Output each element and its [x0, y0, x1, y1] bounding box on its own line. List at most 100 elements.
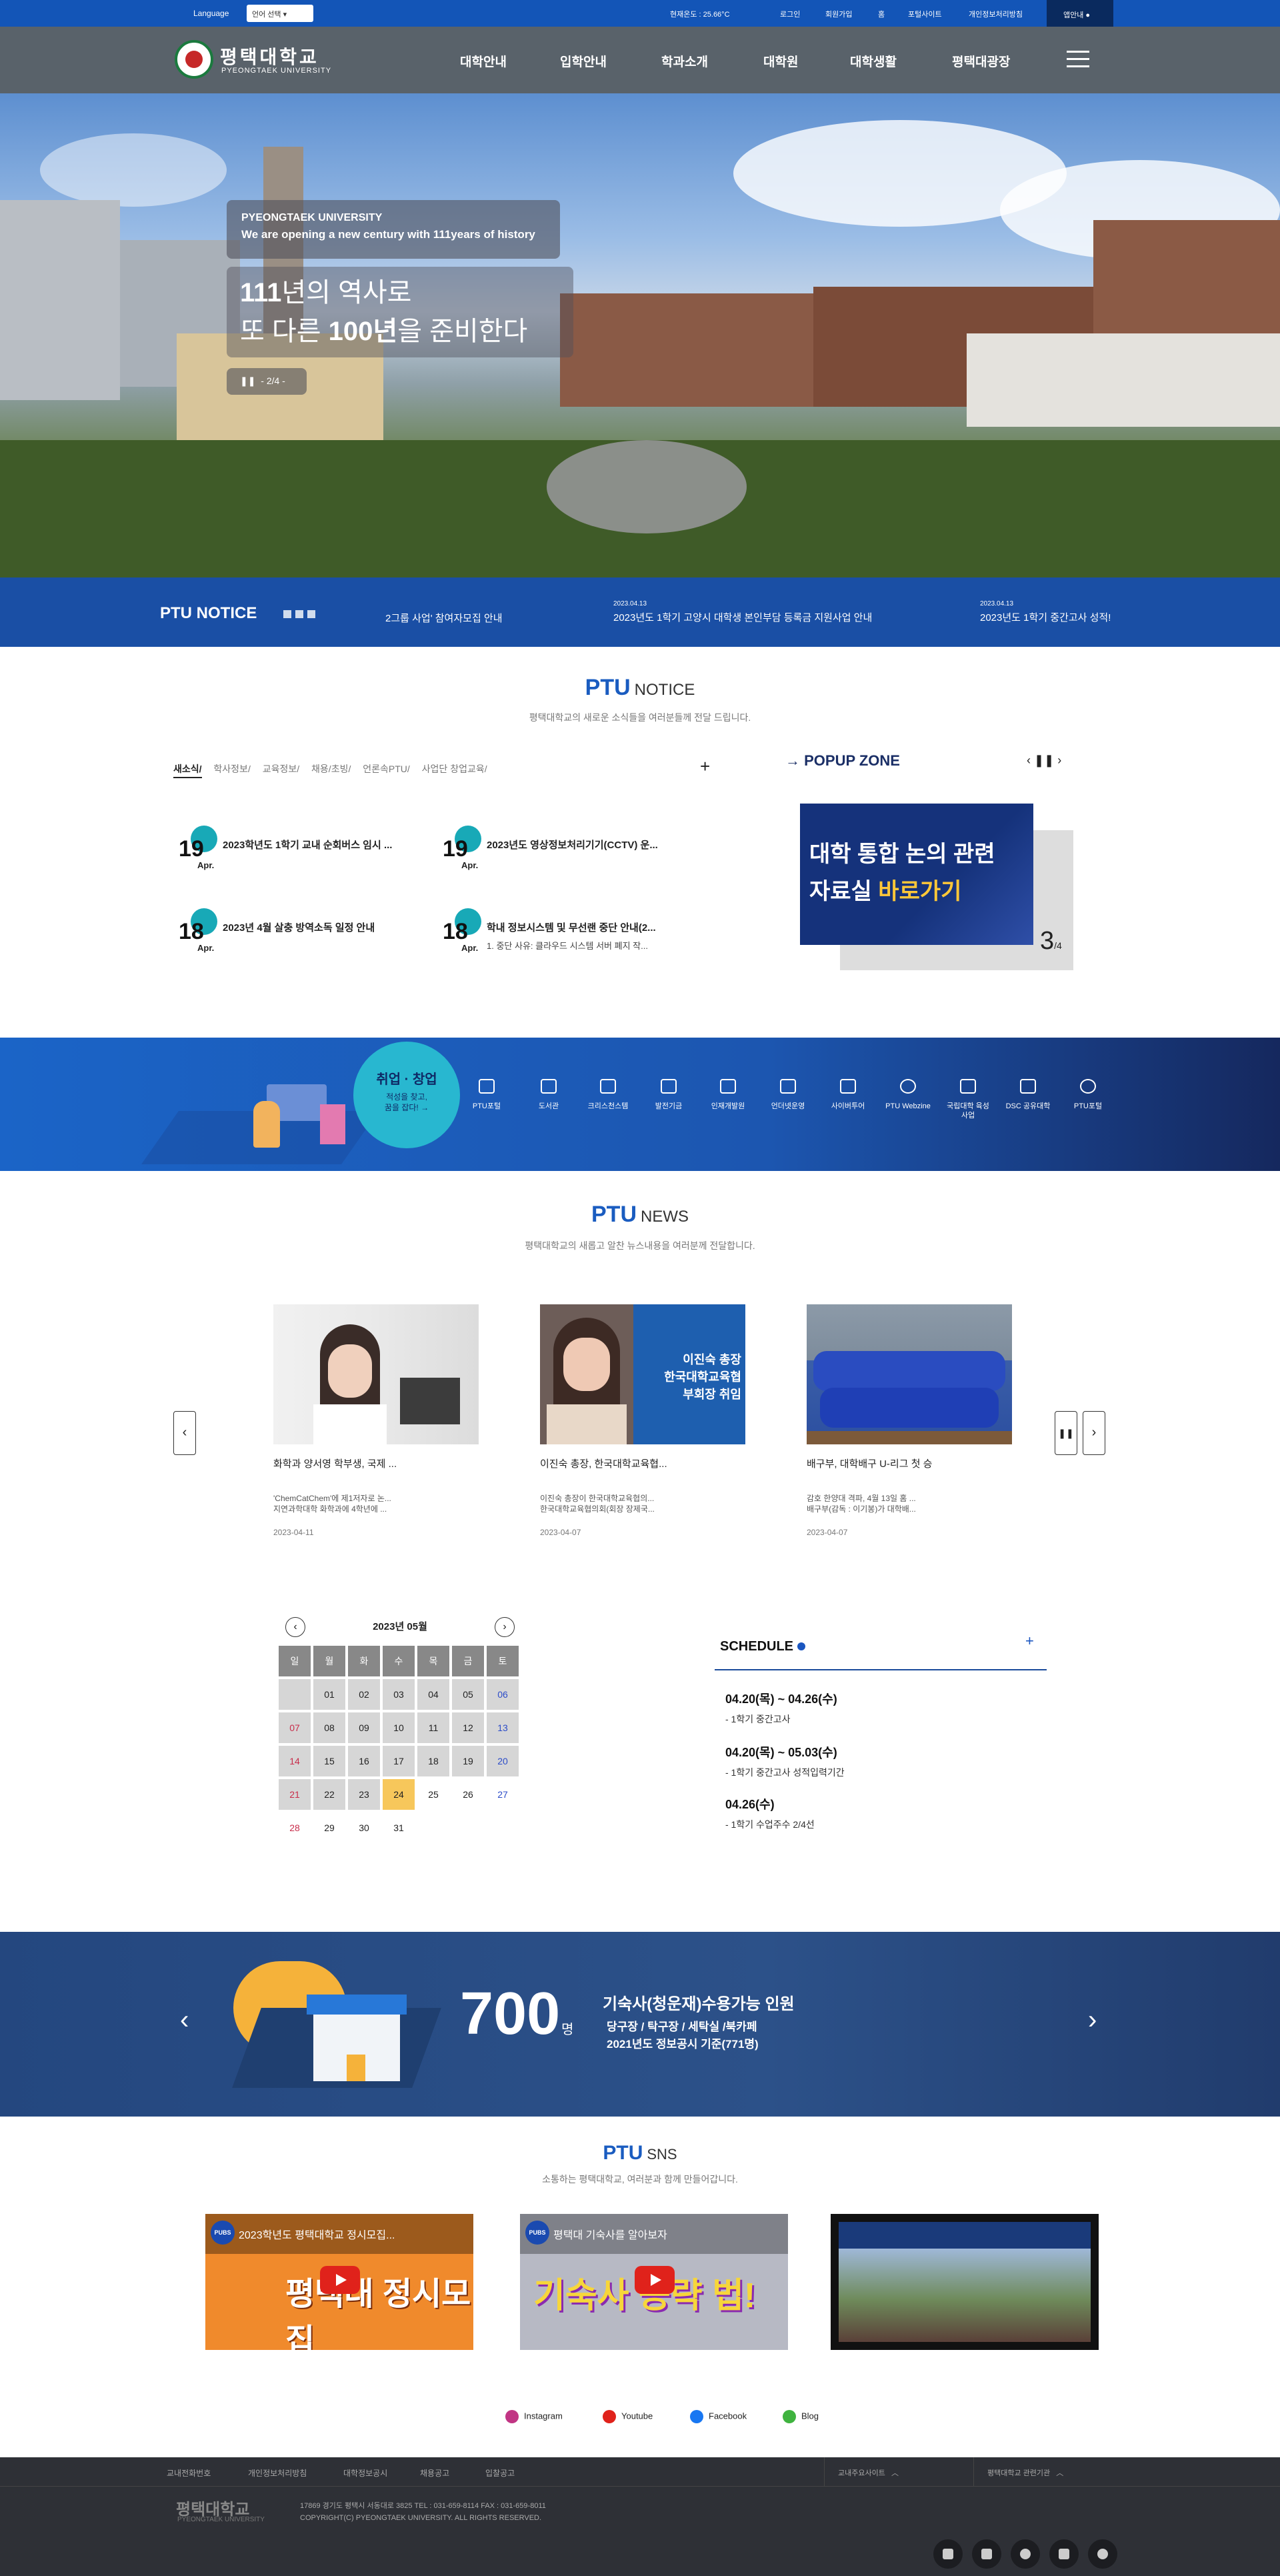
nav-item-about[interactable]: 대학안내 [460, 52, 507, 70]
calendar-day[interactable]: 11 [417, 1712, 449, 1743]
calendar-day[interactable]: 16 [348, 1746, 380, 1776]
calendar-day[interactable]: 09 [348, 1712, 380, 1743]
prev-icon[interactable]: ‹ [1027, 754, 1031, 767]
map-pin-icon[interactable] [1011, 2539, 1040, 2569]
phone-icon[interactable] [933, 2539, 963, 2569]
tab-education[interactable]: 교육정보/ [263, 764, 299, 774]
blog-link[interactable]: Blog [783, 2410, 819, 2423]
calendar-day[interactable]: 22 [313, 1779, 345, 1810]
calendar-day[interactable]: 13 [487, 1712, 519, 1743]
tab-recruit[interactable]: 채용/초빙/ [311, 764, 351, 774]
ticker-dots[interactable] [283, 609, 319, 621]
job-startup-bubble[interactable]: 취업 · 창업 적성을 찾고, 꿈을 잡다! → [353, 1042, 460, 1148]
language-select[interactable]: 언어 선택 ▾ [247, 5, 313, 22]
calendar-day[interactable]: 08 [313, 1712, 345, 1743]
quick-link-portal[interactable]: PTU포털 [463, 1079, 510, 1111]
logo-korean[interactable]: 평택대학교 [220, 43, 319, 69]
footer-link-phone[interactable]: 교내전화번호 [167, 2467, 211, 2479]
notice-item[interactable]: 18 Apr. 2023년 4월 살충 방역소독 일정 안내 [177, 908, 417, 955]
next-icon[interactable]: › [1057, 754, 1061, 767]
calendar-day[interactable]: 14 [279, 1746, 311, 1776]
calendar-next-button[interactable]: › [495, 1617, 515, 1637]
calendar-day[interactable]: 30 [348, 1812, 380, 1843]
calendar-day[interactable]: 19 [452, 1746, 484, 1776]
footer-link-disclosure[interactable]: 대학정보공시 [343, 2467, 387, 2479]
ticker-item[interactable]: 2023.04.13 2023년도 1학기 고양시 대학생 본인부담 등록금 지원… [613, 600, 872, 624]
image-icon[interactable] [1049, 2539, 1079, 2569]
calendar-day[interactable]: 26 [452, 1779, 484, 1810]
quick-link-christian[interactable]: 크리스천스템 [585, 1079, 631, 1111]
nav-item-admission[interactable]: 입학안내 [560, 52, 607, 70]
calendar-day[interactable]: 07 [279, 1712, 311, 1743]
hero-slide-control[interactable]: ❚❚ - 2/4 - [227, 368, 307, 395]
nav-item-departments[interactable]: 학과소개 [661, 52, 708, 70]
calendar-day[interactable]: 05 [452, 1679, 484, 1710]
calendar-day[interactable]: 31 [383, 1812, 415, 1843]
calendar-day[interactable]: 01 [313, 1679, 345, 1710]
portal-link[interactable]: 포털사이트 [908, 9, 942, 19]
pause-icon[interactable]: ❚❚ [1034, 754, 1054, 767]
news-card[interactable]: 이진숙 총장 한국대학교육협 부회장 취임 이진숙 총장, 한국대학교육협... 이… [540, 1304, 745, 1537]
instagram-link[interactable]: Instagram [505, 2410, 563, 2423]
calendar-day[interactable]: 23 [348, 1779, 380, 1810]
news-card[interactable]: 배구부, 대학배구 U-리그 첫 승 감호 한양대 격파, 4월 13일 홈 .… [807, 1304, 1012, 1537]
footer-link-privacy[interactable]: 개인정보처리방침 [248, 2467, 307, 2479]
calendar-day[interactable]: 02 [348, 1679, 380, 1710]
quick-link-hr[interactable]: 인재개발원 [705, 1079, 751, 1111]
calendar-day[interactable]: 15 [313, 1746, 345, 1776]
tab-academic[interactable]: 학사정보/ [213, 764, 250, 774]
video-player[interactable] [831, 2214, 1099, 2350]
popup-nav[interactable]: ‹ ❚❚ › [1027, 754, 1061, 768]
chevron-left-icon[interactable]: ‹ [180, 2005, 189, 2035]
youtube-link[interactable]: Youtube [603, 2410, 653, 2423]
news-prev-button[interactable]: ‹ [173, 1411, 196, 1455]
schedule-more-icon[interactable]: + [1025, 1632, 1034, 1650]
schedule-item[interactable]: 04.20(목) ~ 05.03(수) - 1학기 중간고사 성적입력기간 [725, 1743, 845, 1779]
calendar-day[interactable]: 25 [417, 1779, 449, 1810]
schedule-item[interactable]: 04.26(수) - 1학기 수업주수 2/4선 [725, 1795, 815, 1831]
ticker-item[interactable]: 2그룹 사업' 참여자모집 안내 [385, 611, 503, 625]
calendar-day[interactable]: 04 [417, 1679, 449, 1710]
calendar-day[interactable]: 12 [452, 1712, 484, 1743]
quick-link-portal-2[interactable]: PTU포털 [1065, 1079, 1111, 1111]
app-guide-button[interactable]: 앱안내 ● [1047, 0, 1113, 27]
chat-icon[interactable] [1088, 2539, 1117, 2569]
quick-link-fund[interactable]: 발전기금 [645, 1079, 692, 1111]
calendar-day[interactable]: 28 [279, 1812, 311, 1843]
calendar-day[interactable]: 20 [487, 1746, 519, 1776]
notice-item[interactable]: 19 Apr. 2023학년도 1학기 교내 순회버스 임시 ... [177, 826, 417, 872]
university-emblem-icon[interactable] [175, 40, 213, 79]
nav-item-plaza[interactable]: 평택대광장 [952, 52, 1010, 70]
facebook-link[interactable]: Facebook [690, 2410, 747, 2423]
notice-item[interactable]: 18 Apr. 학내 정보시스템 및 무선랜 중단 안내(2... 1. 중단 사… [441, 908, 681, 955]
quick-link-library[interactable]: 도서관 [525, 1079, 572, 1111]
tab-press[interactable]: 언론속PTU/ [363, 764, 410, 774]
news-pause-button[interactable]: ❚❚ [1055, 1411, 1077, 1455]
tab-news[interactable]: 새소식/ [173, 764, 202, 778]
quick-link-webzine[interactable]: PTU Webzine [885, 1079, 931, 1111]
nav-item-campus-life[interactable]: 대학생활 [850, 52, 897, 70]
notice-item[interactable]: 19 Apr. 2023년도 영상정보처리기기(CCTV) 운... [441, 826, 681, 872]
news-card[interactable]: 화학과 양서영 학부생, 국제 ... 'ChemCatChem'에 제1저자로… [273, 1304, 479, 1537]
calendar-day[interactable]: 21 [279, 1779, 311, 1810]
quick-link-undernet[interactable]: 언더넷운영 [765, 1079, 811, 1111]
calendar-day-today[interactable]: 24 [383, 1779, 415, 1810]
quick-link-dsc[interactable]: DSC 공유대학 [1005, 1079, 1051, 1111]
schedule-item[interactable]: 04.20(목) ~ 04.26(수) - 1학기 중간고사 [725, 1690, 837, 1726]
news-next-button[interactable]: › [1083, 1411, 1105, 1455]
footer-select-affiliates[interactable]: 평택대학교 관련기관 ︿ [973, 2457, 1087, 2487]
menu-icon[interactable] [1067, 51, 1089, 68]
nav-item-graduate[interactable]: 대학원 [763, 52, 798, 70]
youtube-video[interactable]: 기숙사 공략 법! PUBS 평택대 기숙사를 알아보자 [520, 2214, 788, 2350]
calendar-day[interactable]: 10 [383, 1712, 415, 1743]
ticker-item[interactable]: 2023.04.13 2023년도 1학기 중간고사 성적! [980, 600, 1111, 624]
privacy-link[interactable]: 개인정보처리방침 [969, 9, 1023, 19]
notice-more-icon[interactable]: + [700, 756, 710, 777]
footer-select-sites[interactable]: 교내주요사이트 ︿ [824, 2457, 937, 2487]
calendar-day[interactable]: 06 [487, 1679, 519, 1710]
join-link[interactable]: 회원가입 [825, 9, 852, 19]
tab-startup[interactable]: 사업단 창업교육/ [422, 764, 487, 774]
mail-icon[interactable] [972, 2539, 1001, 2569]
login-link[interactable]: 로그인 [780, 9, 800, 19]
pause-icon[interactable]: ❚❚ [240, 375, 255, 386]
